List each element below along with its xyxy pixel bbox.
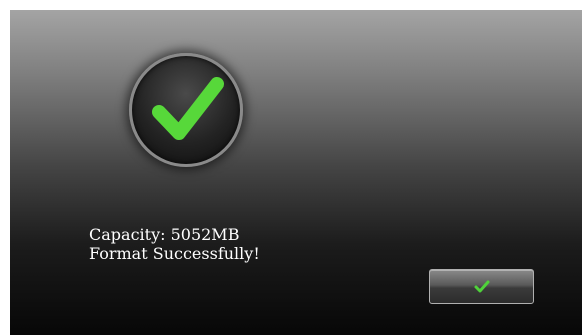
success-status-badge	[129, 53, 243, 167]
format-result-screen: Capacity: 5052MB Format Successfully!	[10, 10, 582, 335]
check-icon	[152, 77, 224, 140]
confirm-button[interactable]	[429, 269, 534, 304]
format-message: Capacity: 5052MB Format Successfully!	[89, 225, 260, 263]
capacity-label: Capacity: 5052MB	[89, 225, 240, 244]
check-icon	[474, 280, 490, 293]
format-status-label: Format Successfully!	[89, 244, 260, 263]
